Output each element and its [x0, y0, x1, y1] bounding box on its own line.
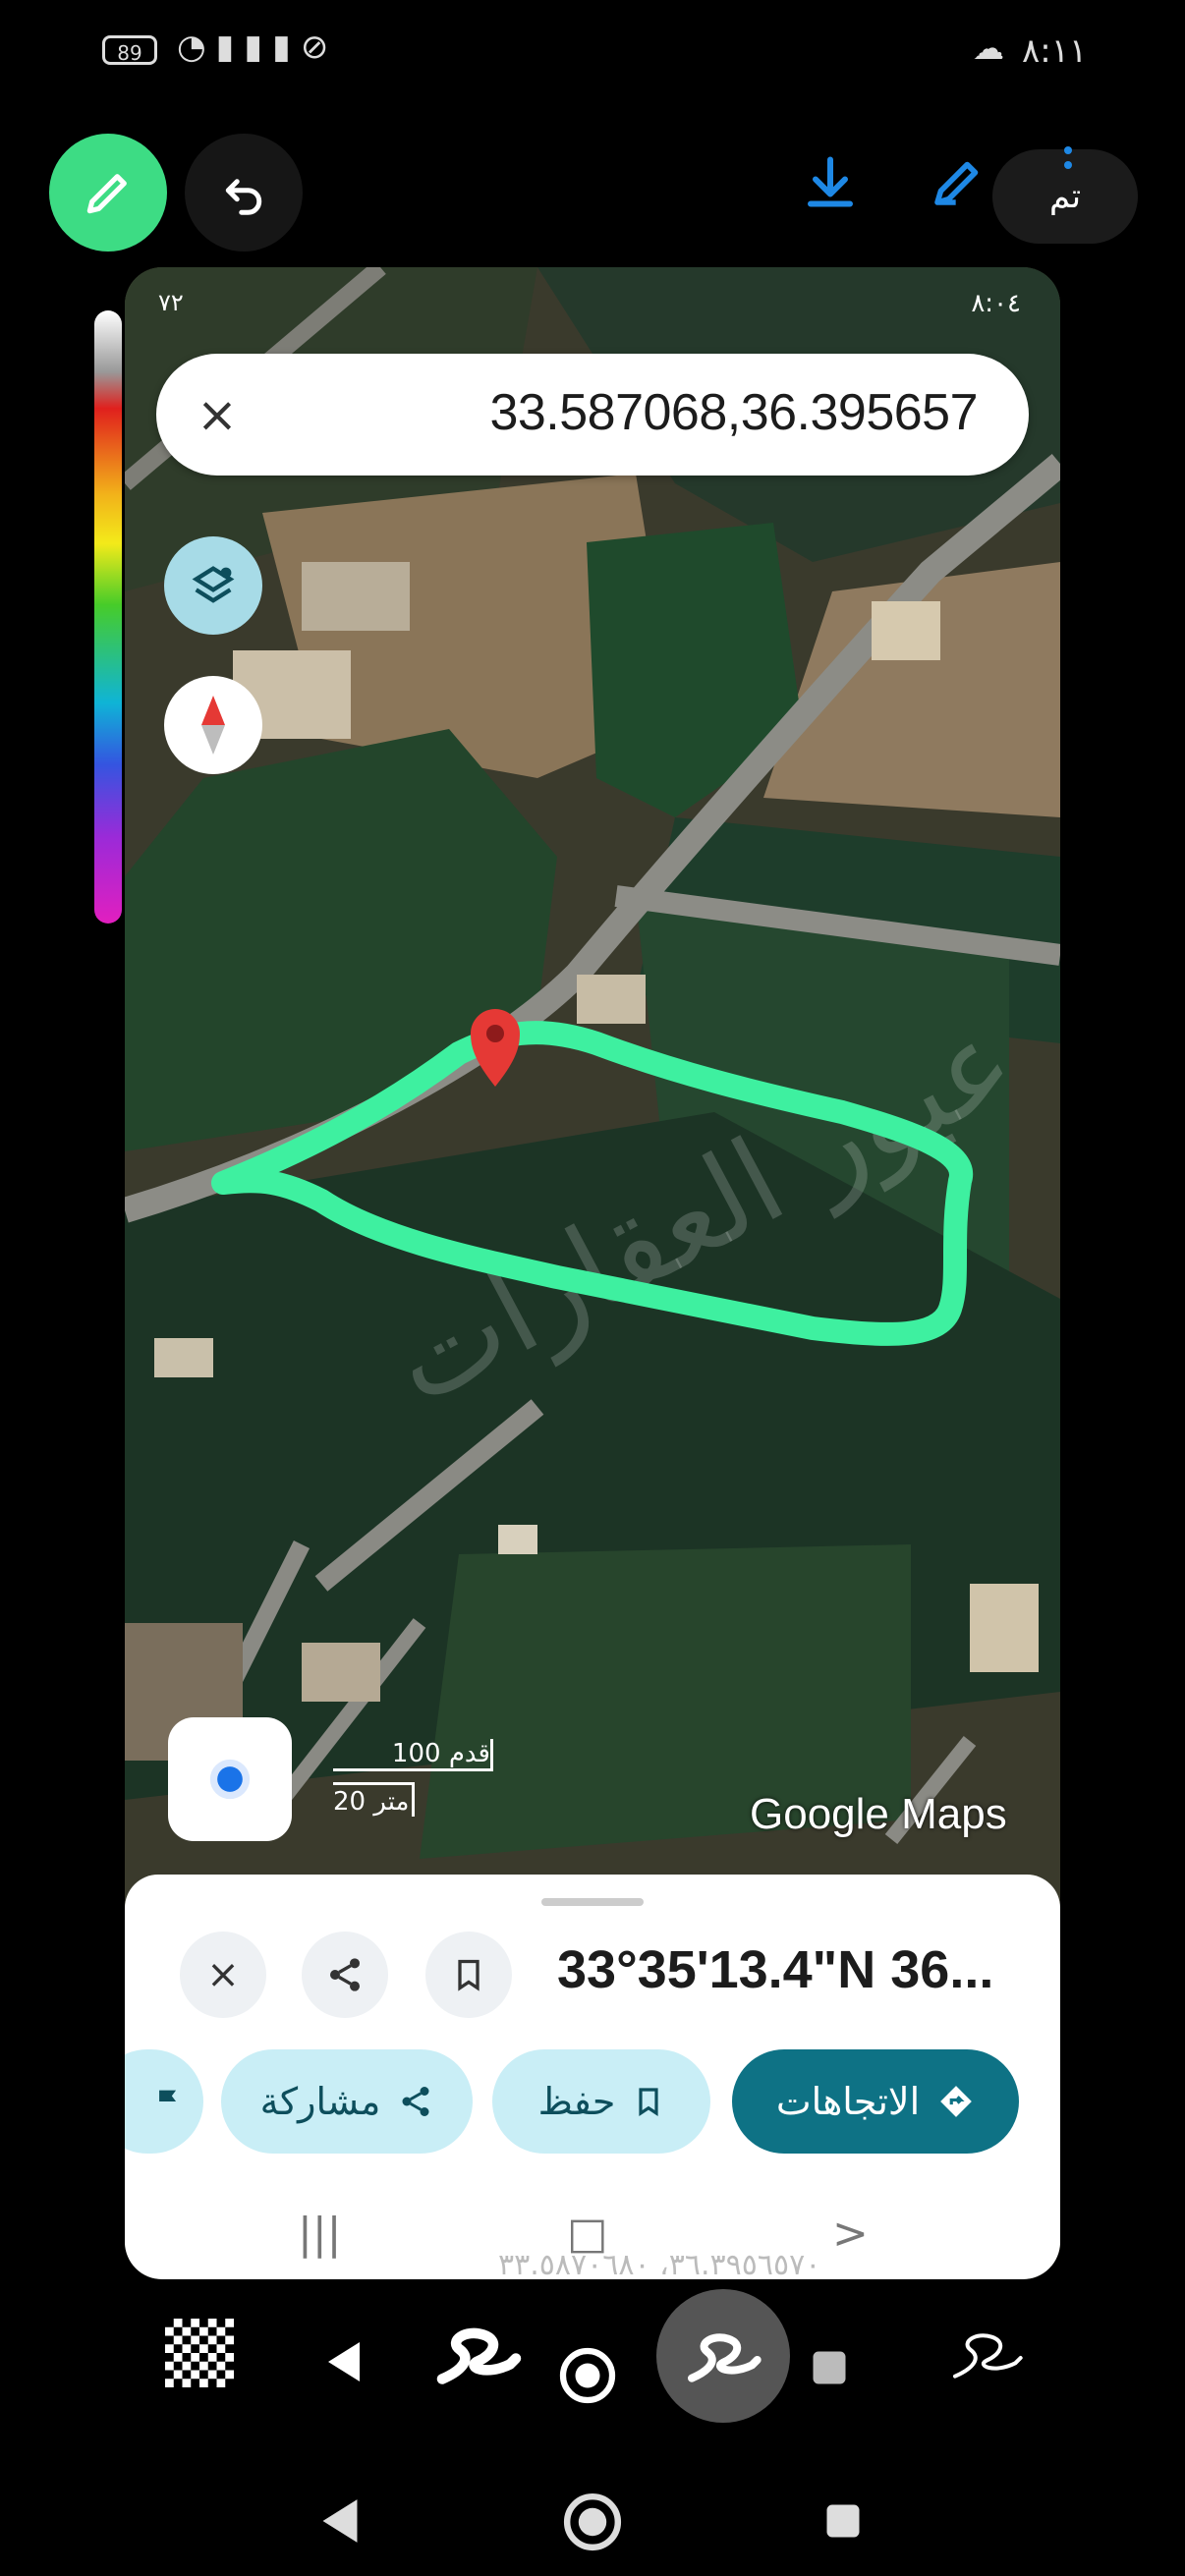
recents-nav-icon[interactable] [821, 2499, 865, 2543]
download-icon [808, 156, 853, 207]
scale-meters: 20 متر [333, 1782, 415, 1817]
home-nav-icon[interactable] [562, 2492, 623, 2552]
place-title: 33°35'13.4"N 36... [557, 1940, 994, 1999]
sheet-bookmark-button[interactable] [425, 1932, 512, 2018]
flag-icon [159, 2089, 177, 2114]
status-bar: 89 ◔▮▮▮⊘ ☁ ٨:١١ [0, 0, 1185, 108]
home-icon[interactable]: □ [567, 2209, 608, 2259]
share-icon [330, 1958, 360, 1991]
screenshot-canvas: عبور العقارات ٧٢ ٨:٠٤ × 33.587068,36.395… [125, 267, 1060, 2279]
download-button[interactable] [786, 138, 875, 226]
recents-icon[interactable]: ||| [298, 2209, 341, 2259]
scale-feet: 100 قدم [333, 1739, 493, 1771]
directions-label: الاتجاهات [775, 2080, 921, 2123]
triangle-left-icon [328, 2342, 360, 2381]
cloud-icon: ☁ [973, 29, 1004, 67]
bookmark-outline-icon [639, 2088, 658, 2116]
pencil-icon [86, 174, 127, 214]
circle-tool[interactable] [558, 2346, 617, 2405]
squiggle-thin-icon [953, 2333, 1023, 2379]
drag-handle[interactable] [541, 1898, 644, 1906]
inner-clock: ٨:٠٤ [971, 289, 1021, 318]
signal-icon: ▮▮▮ [215, 28, 301, 67]
battery-indicator: 89 [102, 35, 157, 65]
sheet-close-button[interactable]: × [180, 1932, 266, 2018]
layers-button[interactable] [164, 536, 262, 635]
bookmark-icon [458, 1959, 480, 1991]
clock: ٨:١١ [1022, 31, 1088, 71]
highlighter-tool-selected[interactable] [656, 2289, 790, 2423]
inner-nav-bar: ||| □ > [125, 2193, 1060, 2279]
compass-button[interactable] [164, 676, 262, 774]
edit-button[interactable] [914, 138, 1002, 226]
inner-status-left: ٧٢ [158, 289, 184, 316]
eraser-tool[interactable] [165, 2319, 234, 2387]
circle-icon [559, 2347, 616, 2404]
search-query: 33.587068,36.395657 [489, 384, 978, 441]
signal-icons: ◔▮▮▮⊘ [177, 28, 338, 67]
undo-button[interactable] [185, 134, 303, 252]
pen-thick-tool[interactable] [428, 2315, 527, 2393]
more-chip-button[interactable] [125, 2049, 203, 2154]
arrow-tool[interactable] [324, 2340, 364, 2383]
share-label: مشاركة [259, 2080, 381, 2123]
save-button[interactable]: حفظ [492, 2049, 710, 2154]
location-dot-icon [209, 1759, 251, 1800]
share-chip-icon [402, 2087, 429, 2116]
directions-icon [940, 2086, 972, 2117]
color-slider[interactable] [94, 310, 122, 924]
squiggle-thick-icon [436, 2327, 522, 2384]
sheet-share-button[interactable] [302, 1932, 388, 2018]
share-button[interactable]: مشاركة [221, 2049, 473, 2154]
close-icon[interactable]: × [186, 383, 249, 446]
square-icon [813, 2351, 846, 2384]
pen-thin-tool[interactable] [937, 2315, 1036, 2393]
back-icon[interactable]: > [832, 2209, 869, 2259]
layers-icon [192, 566, 235, 603]
search-bar[interactable]: × 33.587068,36.395657 [156, 354, 1029, 476]
checker-eraser-icon [165, 2319, 234, 2387]
back-nav-icon[interactable] [318, 2497, 362, 2545]
system-nav-bar [0, 2466, 1185, 2576]
my-location-button[interactable] [168, 1717, 292, 1841]
squiggle-highlighter-icon [688, 2333, 762, 2382]
compass-icon [201, 696, 225, 755]
directions-button[interactable]: الاتجاهات [732, 2049, 1019, 2154]
more-icon[interactable] [1063, 145, 1073, 185]
mute-icon: ⊘ [300, 28, 339, 67]
google-maps-logo: Google Maps [750, 1790, 1007, 1838]
rectangle-tool[interactable] [808, 2346, 851, 2389]
save-label: حفظ [537, 2080, 616, 2123]
place-bottom-sheet: × 33°35'13.4"N 36... الاتجاهات حفظ مشارك… [125, 1875, 1060, 2279]
wifi-icon: ◔ [177, 28, 216, 67]
inner-status-bar: ٧٢ ٨:٠٤ [125, 267, 1060, 346]
drawing-tools [0, 2279, 1185, 2466]
edit-pencil-icon [934, 161, 979, 205]
undo-icon [225, 179, 262, 215]
pen-tool-button[interactable] [49, 134, 167, 252]
